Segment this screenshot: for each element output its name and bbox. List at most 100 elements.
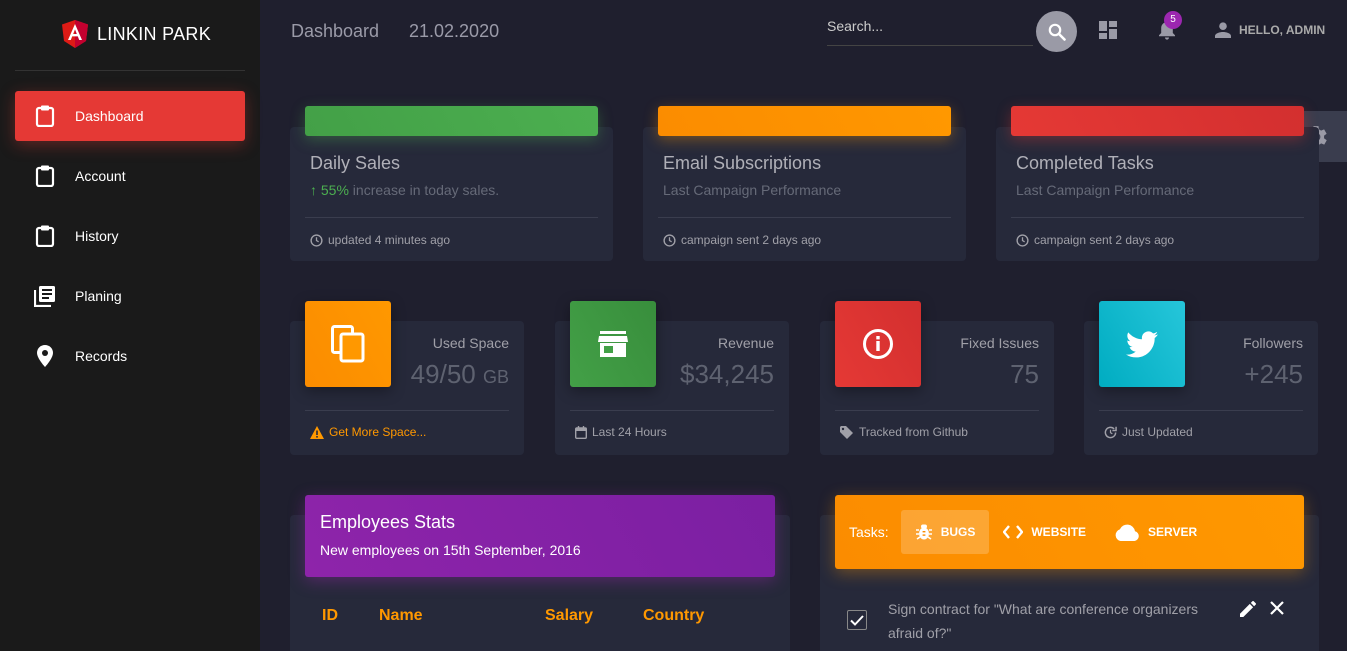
store-icon (598, 331, 628, 357)
brand-name: LINKIN PARK (97, 23, 211, 44)
summary-card-completed-tasks: Completed Tasks Last Campaign Performanc… (996, 106, 1319, 261)
card-title: Email Subscriptions (663, 153, 822, 173)
card-footer: Just Updated (1104, 425, 1193, 439)
copy-icon (331, 325, 365, 363)
column-header-country[interactable]: Country (643, 607, 704, 625)
get-more-space-link[interactable]: Get More Space... (329, 425, 426, 439)
tab-bugs[interactable]: BUGS (900, 510, 990, 554)
checkmark-icon (850, 614, 864, 626)
stat-icon-box (835, 301, 921, 387)
column-header-name[interactable]: Name (379, 607, 423, 625)
stat-category: Fixed Issues (960, 335, 1039, 351)
clipboard-icon (34, 225, 56, 247)
card-footer-text: Tracked from Github (859, 425, 968, 439)
twitter-icon (1126, 330, 1158, 357)
search-icon (1048, 23, 1066, 41)
sidebar-item-label: Dashboard (75, 108, 144, 124)
clock-icon (663, 233, 676, 247)
library-books-icon (34, 285, 56, 307)
card-footer: updated 4 minutes ago (310, 233, 450, 247)
clipboard-icon (34, 165, 56, 187)
sidebar-item-account[interactable]: Account (15, 151, 245, 201)
stat-card-followers: Followers +245 Just Updated (1084, 301, 1318, 455)
card-divider (305, 217, 598, 218)
stat-icon-box (305, 301, 391, 387)
card-footer-text: campaign sent 2 days ago (681, 233, 822, 247)
tab-website[interactable]: WEBSITE (989, 510, 1100, 554)
sidebar-item-planing[interactable]: Planing (15, 271, 245, 321)
card-divider (570, 410, 774, 411)
sidebar-item-label: History (75, 228, 119, 244)
column-header-salary[interactable]: Salary (545, 607, 593, 625)
calendar-icon (575, 425, 587, 439)
stat-card-fixed-issues: Fixed Issues 75 Tracked from Github (820, 301, 1054, 455)
sidebar-item-label: Planing (75, 288, 122, 304)
card-footer: Last 24 Hours (575, 425, 667, 439)
task-checkbox[interactable] (847, 610, 867, 630)
card-title: Daily Sales (310, 153, 401, 173)
task-text: Sign contract for "What are conference o… (888, 601, 1199, 641)
stat-value: $34,245 (680, 359, 774, 389)
tasks-label: Tasks: (849, 524, 889, 540)
card-divider (305, 410, 509, 411)
top-bar: Dashboard 21.02.2020 5 HELLO, ADMIN (260, 0, 1347, 62)
increase-percent: 55% (320, 182, 349, 198)
card-divider (658, 217, 951, 218)
stat-value: +245 (1244, 359, 1303, 389)
info-icon (863, 329, 893, 359)
sidebar-divider (15, 70, 245, 71)
edit-icon[interactable] (1240, 601, 1256, 617)
update-icon (1104, 426, 1117, 438)
sidebar-item-label: Records (75, 348, 128, 364)
stat-unit: GB (482, 367, 509, 387)
clock-icon (1016, 233, 1029, 247)
tab-server[interactable]: SERVER (1100, 510, 1211, 554)
tab-label: SERVER (1148, 525, 1198, 539)
tasks-panel: Tasks: BUGS WEBSITE SERVER Sign contract… (820, 495, 1319, 651)
person-icon (1215, 22, 1231, 38)
search-field (827, 18, 1033, 46)
stat-category: Followers (1243, 335, 1303, 351)
tab-label: WEBSITE (1031, 525, 1087, 539)
sidebar: LINKIN PARK Dashboard Account History Pl… (0, 0, 260, 651)
location-pin-icon (34, 345, 56, 367)
summary-card-email-subscriptions: Email Subscriptions Last Campaign Perfor… (643, 106, 966, 261)
search-button[interactable] (1036, 11, 1077, 52)
sidebar-item-history[interactable]: History (15, 211, 245, 261)
card-footer: Tracked from Github (840, 425, 968, 439)
notification-badge: 5 (1164, 11, 1182, 29)
column-header-id[interactable]: ID (322, 607, 338, 625)
brand[interactable]: LINKIN PARK (62, 20, 211, 48)
card-subtitle: Last Campaign Performance (663, 182, 842, 198)
stat-value: 49/50 GB (411, 359, 509, 390)
clock-icon (310, 233, 323, 247)
subtitle-text: increase in today sales. (348, 182, 500, 198)
employees-stats-panel: Employees Stats New employees on 15th Se… (290, 495, 790, 651)
card-header-bar (658, 106, 951, 136)
warning-icon (310, 425, 324, 439)
angular-logo-icon (62, 20, 88, 48)
card-footer: campaign sent 2 days ago (1016, 233, 1174, 247)
search-input[interactable] (827, 18, 1033, 34)
user-menu[interactable]: HELLO, ADMIN (1215, 22, 1325, 38)
stat-category: Used Space (432, 335, 509, 351)
card-divider (1099, 410, 1303, 411)
user-greeting: HELLO, ADMIN (1239, 23, 1326, 37)
stat-card-used-space: Used Space 49/50 GB Get More Space... (290, 301, 524, 455)
close-icon[interactable] (1270, 601, 1284, 615)
code-icon (1003, 525, 1024, 539)
stat-value-number: 49/50 (410, 359, 476, 389)
card-footer: campaign sent 2 days ago (663, 233, 821, 247)
dashboard-grid-icon[interactable] (1099, 21, 1117, 39)
page-title: Dashboard (291, 21, 380, 41)
employees-title: Employees Stats (320, 512, 456, 532)
sidebar-item-dashboard[interactable]: Dashboard (15, 91, 245, 141)
card-footer-text: Last 24 Hours (592, 425, 667, 439)
tag-icon (840, 425, 853, 439)
cloud-icon (1115, 524, 1139, 541)
sidebar-item-records[interactable]: Records (15, 331, 245, 381)
stat-icon-box (1099, 301, 1185, 387)
stat-category: Revenue (717, 335, 774, 351)
card-divider (1011, 217, 1304, 218)
sidebar-item-label: Account (75, 168, 126, 184)
